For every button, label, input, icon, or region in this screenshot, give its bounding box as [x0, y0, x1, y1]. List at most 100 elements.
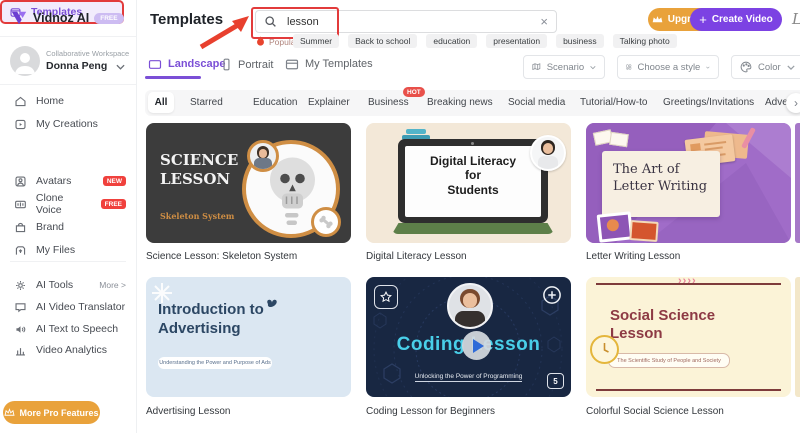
category-social-media[interactable]: Social media: [508, 97, 565, 108]
template-card-advertising[interactable]: Introduction to Advertising Understandin…: [146, 277, 351, 397]
chevron-down-icon[interactable]: [116, 64, 125, 70]
scenario-dropdown[interactable]: Scenario: [523, 55, 605, 79]
search-bar[interactable]: ×: [255, 10, 557, 33]
person-icon: [15, 53, 35, 74]
tab-landscape[interactable]: Landscape: [148, 58, 225, 70]
card-title: SCIENCE LESSON: [160, 151, 239, 188]
sidebar-item-label: AI Text to Speech: [36, 323, 119, 335]
card-subtitle-wrap: Unlocking the Power of Programming: [366, 365, 571, 383]
sidebar-item-label: AI Tools: [36, 279, 74, 291]
presenter-avatar: [247, 140, 279, 172]
sidebar-item-label: My Files: [36, 244, 76, 256]
sidebar-item-label: Avatars: [36, 175, 72, 187]
sidebar-item-label: Brand: [36, 221, 65, 233]
crown-icon: [652, 16, 663, 23]
laptop-base: [392, 223, 554, 234]
chevron-down-icon: [706, 66, 710, 69]
speaker-icon: [16, 325, 26, 333]
translator-icon: [15, 302, 26, 312]
create-video-label: Create Video: [711, 14, 773, 25]
template-card-digital-literacy[interactable]: Digital Literacy for Students: [366, 123, 571, 243]
next-card-sliver: [795, 123, 800, 243]
category-tutorial[interactable]: Tutorial/How-to: [580, 97, 647, 108]
vidnoz-templates-page: Vidnoz AI FREE Collaborative Workspace D…: [0, 0, 800, 433]
add-button[interactable]: [542, 285, 562, 305]
category-scroll-right-button[interactable]: ›: [786, 93, 800, 113]
card-subtitle: Unlocking the Power of Programming: [414, 373, 523, 382]
template-card-social-science[interactable]: ›››› Social Science Lesson The Scientifi…: [586, 277, 791, 397]
play-icon: [472, 338, 484, 353]
category-education[interactable]: Education: [253, 97, 297, 108]
popular-tag[interactable]: Talking photo: [612, 34, 677, 48]
category-explainer[interactable]: Explainer: [308, 97, 350, 108]
popular-tag[interactable]: Back to school: [348, 34, 418, 48]
template-caption: Colorful Social Science Lesson: [586, 406, 724, 417]
more-pro-features-button[interactable]: More Pro Features: [3, 401, 100, 424]
category-breaking-news[interactable]: Breaking news: [427, 97, 493, 108]
sidebar-item-my-files[interactable]: My Files: [0, 239, 136, 261]
template-card-coding-lesson[interactable]: Coding Lesson Unlocking the Power of Pro…: [366, 277, 571, 397]
clear-search-icon[interactable]: ×: [540, 14, 548, 29]
laptop-camera: [471, 142, 474, 145]
sidebar-item-ai-text-to-speech[interactable]: AI Text to Speech: [0, 318, 136, 340]
my-templates-icon: [285, 59, 299, 69]
chevron-down-icon: [590, 65, 596, 69]
template-card-letter-writing[interactable]: The Art of Letter Writing: [586, 123, 791, 243]
crown-icon: [4, 408, 16, 416]
files-icon: [15, 245, 26, 255]
sidebar-item-home[interactable]: Home: [0, 90, 136, 112]
color-dropdown[interactable]: Color: [731, 55, 800, 79]
card-subtitle: Skeleton System: [160, 211, 235, 221]
sidebar-item-clone-voice[interactable]: Clone Voice FREE: [0, 192, 136, 216]
style-grid-icon: [626, 64, 632, 70]
avatar[interactable]: [10, 46, 40, 76]
sidebar-item-ai-video-translator[interactable]: AI Video Translator: [0, 296, 136, 318]
title-panel: The Art of Letter Writing: [602, 151, 720, 217]
popular-tag[interactable]: business: [556, 34, 604, 48]
search-input[interactable]: [285, 14, 519, 29]
card-subtitle: The Scientific Study of People and Socie…: [608, 353, 730, 368]
category-starred[interactable]: Starred: [190, 97, 223, 108]
brand-name: Vidnoz AI: [33, 11, 90, 25]
sidebar-item-label: Clone Voice: [35, 192, 64, 216]
template-card-science-lesson[interactable]: SCIENCE LESSON Skeleton System: [146, 123, 351, 243]
create-video-button[interactable]: + Create Video: [690, 8, 782, 31]
tab-my-templates[interactable]: My Templates: [285, 58, 373, 70]
map-icon: [532, 63, 541, 70]
sidebar-item-label: Video Analytics: [36, 344, 108, 356]
sidebar-item-label: My Creations: [36, 118, 98, 130]
category-business[interactable]: Business: [368, 97, 409, 108]
tools-icon: [16, 280, 25, 290]
avatars-icon: [15, 175, 26, 187]
sidebar-item-avatars[interactable]: Avatars NEW: [0, 170, 136, 192]
popular-tag[interactable]: Summer: [293, 34, 340, 48]
sidebar-item-video-analytics[interactable]: Video Analytics: [0, 339, 136, 361]
flame-icon: [257, 36, 264, 46]
category-all[interactable]: All: [148, 92, 174, 113]
home-icon: [15, 96, 26, 106]
next-card-sliver: [795, 277, 800, 397]
style-dropdown[interactable]: Choose a style: [617, 55, 719, 79]
new-badge: NEW: [102, 176, 126, 186]
card-title: Social Science Lesson: [610, 307, 716, 342]
category-greetings[interactable]: Greetings/Invitations: [663, 97, 754, 108]
sidebar-item-brand[interactable]: Brand: [0, 216, 136, 238]
filter-label: Color: [758, 61, 781, 73]
brand-logo[interactable]: Vidnoz AI FREE: [10, 9, 124, 27]
template-caption: Digital Literacy Lesson: [366, 251, 467, 262]
tab-portrait[interactable]: Portrait: [221, 58, 273, 71]
star-button[interactable]: [374, 285, 398, 309]
brand-free-badge: FREE: [94, 12, 124, 24]
stamp: [629, 220, 659, 242]
ai-tools-more-link[interactable]: More >: [99, 280, 126, 290]
popular-tag[interactable]: presentation: [486, 34, 548, 48]
vidnoz-logo-icon: [11, 11, 27, 25]
play-button[interactable]: [462, 331, 491, 360]
stamp: [596, 211, 634, 243]
decor-line: [596, 389, 781, 391]
sidebar-item-my-creations[interactable]: My Creations: [0, 113, 136, 135]
card-title: The Art of Letter Writing: [613, 162, 708, 194]
card-subtitle: Understanding the Power and Purpose of A…: [158, 357, 272, 369]
sidebar-item-ai-tools[interactable]: AI Tools More >: [0, 274, 136, 296]
popular-tag[interactable]: education: [426, 34, 478, 48]
